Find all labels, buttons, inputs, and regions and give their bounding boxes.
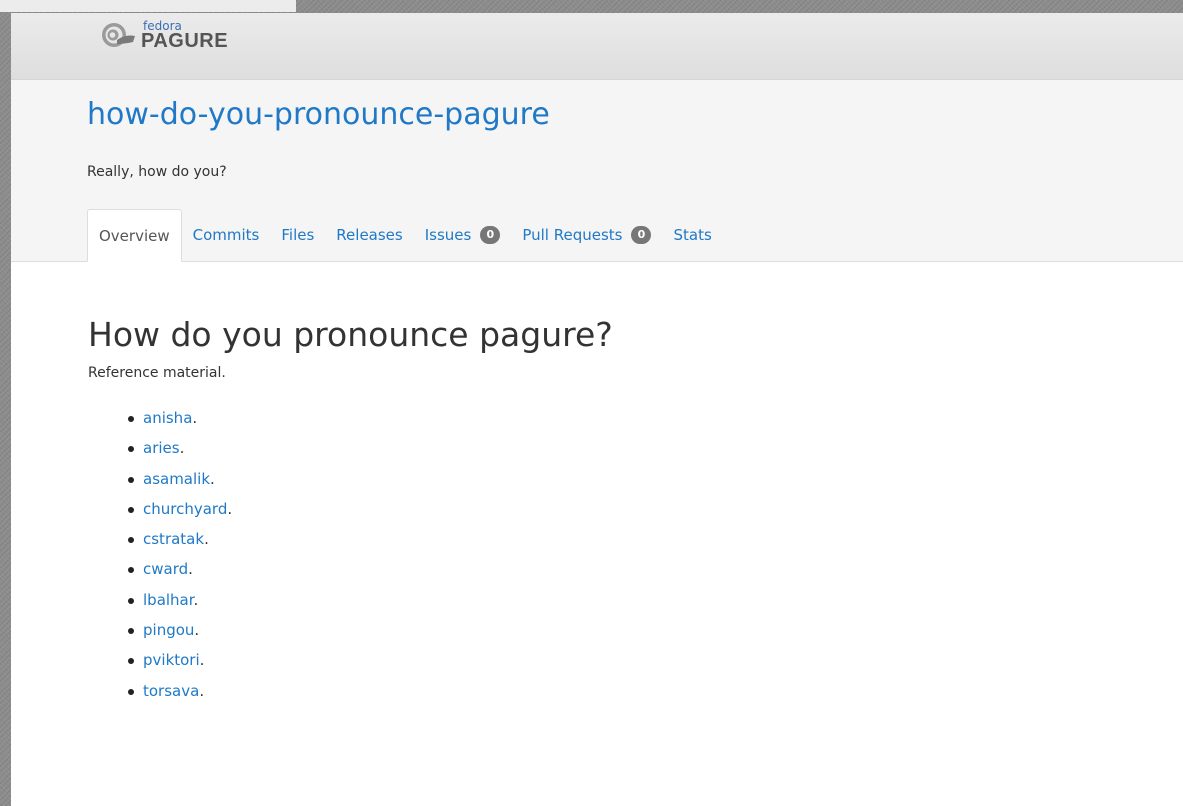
person-link[interactable]: pingou [143, 621, 194, 639]
list-item-period: . [188, 560, 193, 579]
pull-requests-count-badge: 0 [631, 226, 652, 244]
tab-files[interactable]: Files [270, 209, 325, 261]
window-edge [0, 0, 296, 12]
issues-count-badge: 0 [480, 226, 501, 244]
logo-text: fedora PAGURE [141, 20, 228, 51]
list-item: lbalhar. [128, 585, 1088, 615]
tab-stats[interactable]: Stats [662, 209, 722, 261]
project-description: Really, how do you? [87, 164, 227, 180]
tab-label: Overview [99, 226, 170, 245]
person-link[interactable]: pviktori [143, 651, 200, 669]
list-item: anisha. [128, 403, 1088, 433]
list-item: pviktori. [128, 645, 1088, 675]
tab-overview[interactable]: Overview [87, 209, 182, 262]
list-item-period: . [194, 621, 200, 640]
logo-pagure-text: PAGURE [141, 29, 229, 52]
list-item-period: . [199, 651, 205, 670]
tab-commits[interactable]: Commits [182, 209, 271, 261]
person-link[interactable]: asamalik [143, 470, 210, 488]
person-link[interactable]: cstratak [143, 530, 204, 548]
tab-label: Files [281, 226, 315, 244]
bullet-icon [128, 537, 134, 544]
readme-content: How do you pronounce pagure? Reference m… [88, 313, 1088, 706]
tab-label: Pull Requests [522, 226, 623, 244]
list-item-period: . [179, 439, 185, 458]
bullet-icon [128, 658, 134, 665]
person-link[interactable]: anisha [143, 409, 192, 427]
pagure-logo[interactable]: fedora PAGURE [97, 15, 228, 55]
list-item: aries. [128, 433, 1088, 463]
project-name-link[interactable]: how-do-you-pronounce-pagure [87, 97, 550, 132]
list-item: torsava. [128, 676, 1088, 706]
person-link[interactable]: cward [143, 560, 188, 578]
bullet-icon [128, 597, 134, 604]
project-header: how-do-you-pronounce-pagure Really, how … [11, 80, 1183, 262]
list-item-period: . [192, 409, 198, 427]
bullet-icon [128, 506, 134, 513]
person-link[interactable]: torsava [143, 682, 199, 700]
tab-pull-requests[interactable]: Pull Requests 0 [511, 209, 662, 261]
list-item-period: . [199, 681, 205, 700]
list-item: churchyard. [128, 494, 1088, 524]
list-item-period: . [210, 469, 215, 488]
list-item: pingou. [128, 615, 1088, 645]
person-link[interactable]: aries [143, 439, 180, 457]
bullet-icon [128, 567, 134, 574]
bullet-icon [128, 628, 134, 635]
list-item-period: . [227, 499, 233, 518]
list-item: cstratak. [128, 524, 1088, 554]
list-item: cward. [128, 554, 1088, 584]
tab-releases[interactable]: Releases [325, 209, 413, 261]
bullet-icon [128, 688, 134, 695]
browser-page: fedora PAGURE how-do-you-pronounce-pagur… [11, 13, 1183, 806]
list-item: asamalik. [128, 464, 1088, 494]
tab-label: Stats [673, 226, 712, 244]
readme-title: How do you pronounce pagure? [88, 315, 613, 354]
project-tabs: Overview Commits Files Releases Issues 0… [87, 208, 723, 262]
person-link[interactable]: lbalhar [143, 591, 194, 609]
bullet-icon [128, 476, 134, 483]
bullet-icon [128, 416, 134, 422]
tab-label: Releases [336, 226, 403, 244]
list-item-period: . [204, 530, 209, 549]
pagure-shell-icon [102, 23, 135, 47]
list-item-period: . [193, 590, 199, 609]
masthead: fedora PAGURE [11, 13, 1183, 80]
readme-intro: Reference material. [88, 365, 226, 381]
tab-issues[interactable]: Issues 0 [414, 209, 512, 261]
bullet-icon [128, 446, 134, 453]
tab-label: Issues [424, 226, 472, 244]
people-list: anisha. aries. asamalik. churchyard. cstrata… [88, 403, 1088, 706]
tab-label: Commits [192, 226, 260, 244]
person-link[interactable]: churchyard [143, 500, 227, 518]
